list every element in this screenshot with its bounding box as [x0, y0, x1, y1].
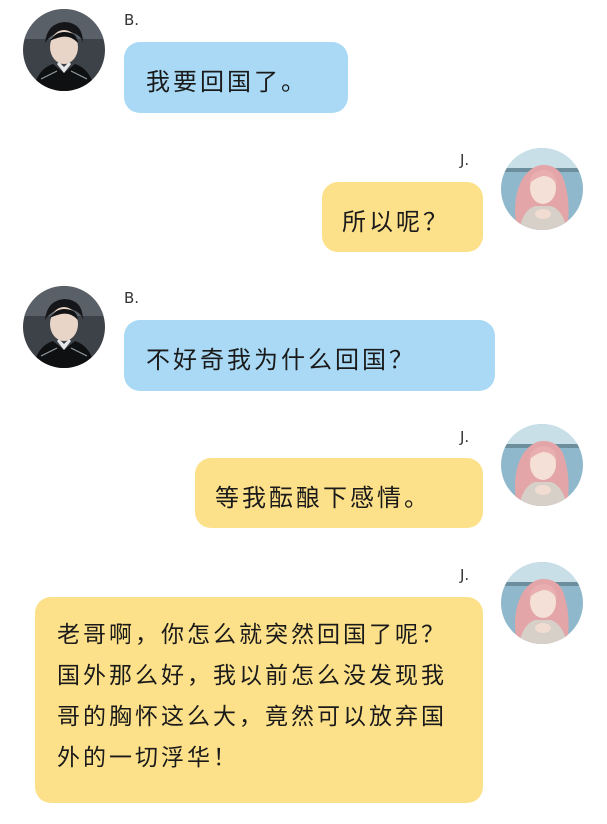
- sender-name: J.: [460, 566, 470, 584]
- message-bubble[interactable]: 老哥啊，你怎么就突然回国了呢？国外那么好，我以前怎么没发现我哥的胸怀这么大，竟然…: [35, 597, 483, 803]
- chat-message: J. 老哥啊，你怎么就突然回国了呢？国外那么好，我以前怎么没发现我哥的胸怀这么大…: [0, 0, 607, 824]
- girl-avatar-icon[interactable]: [501, 562, 583, 644]
- message-text: 老哥啊，你怎么就突然回国了呢？国外那么好，我以前怎么没发现我哥的胸怀这么大，竟然…: [57, 622, 447, 771]
